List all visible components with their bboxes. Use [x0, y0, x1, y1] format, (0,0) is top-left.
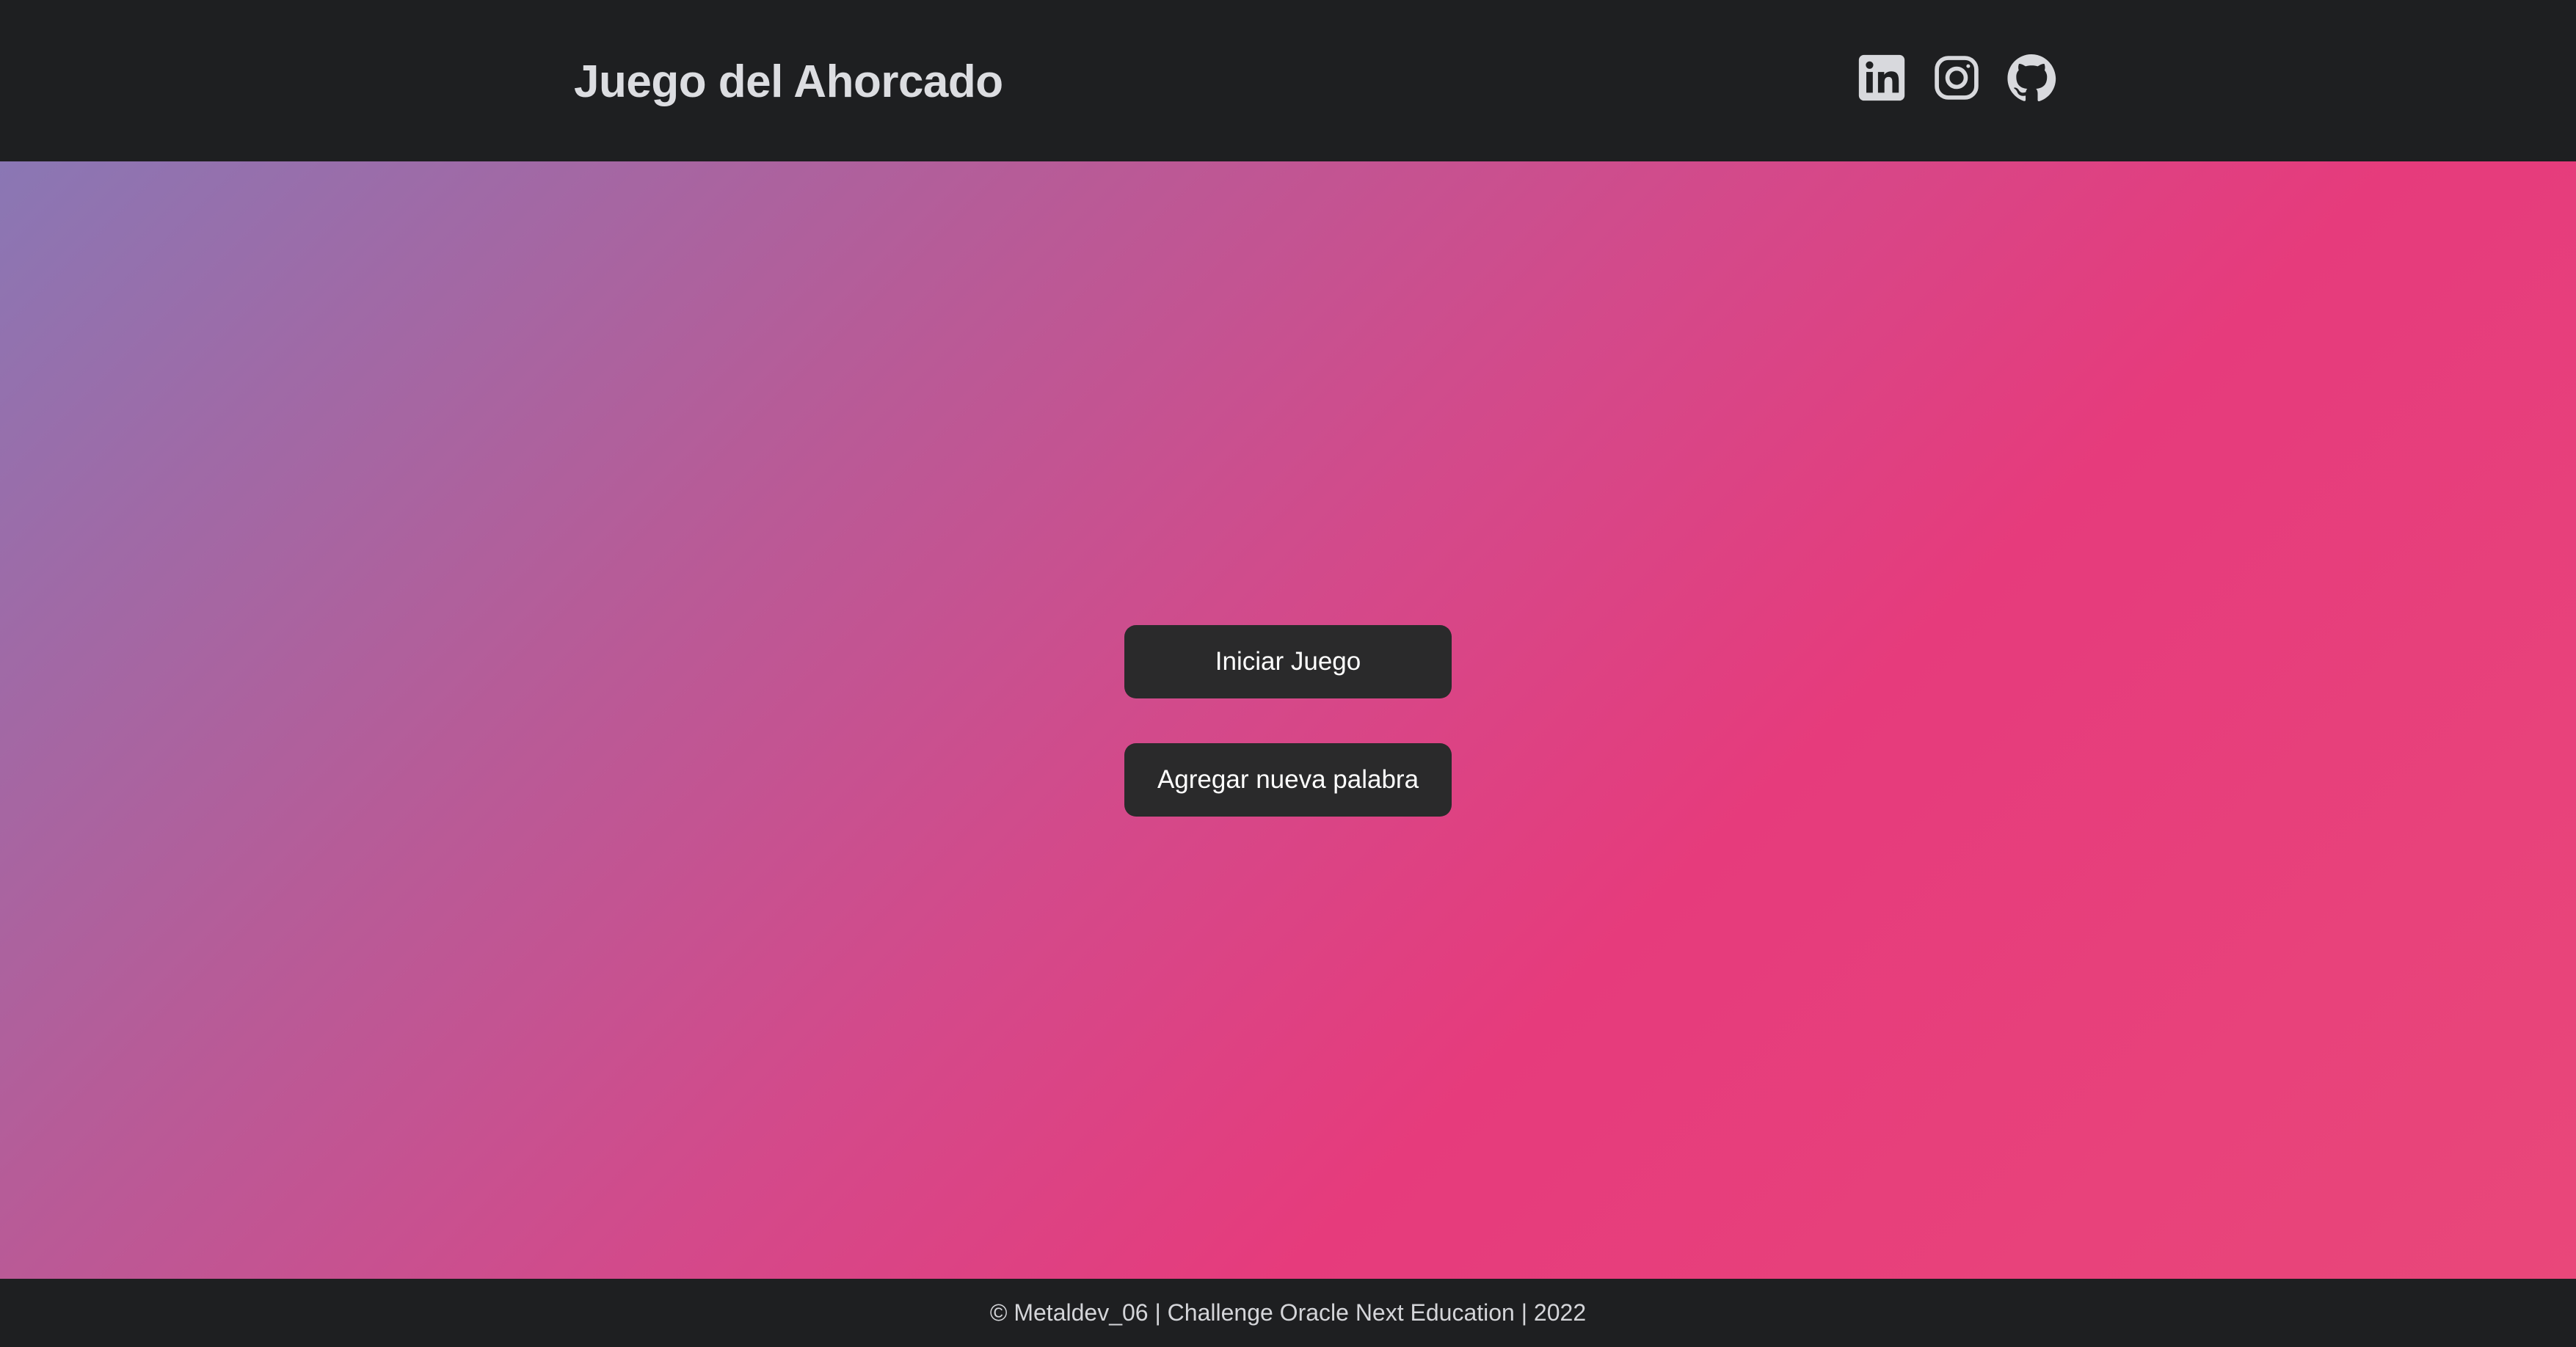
instagram-link[interactable]: [1932, 51, 1982, 104]
action-buttons: Iniciar Juego Agregar nueva palabra: [1124, 625, 1452, 817]
github-link[interactable]: [2006, 51, 2056, 104]
site-footer: © Metaldev_06 | Challenge Oracle Next Ed…: [0, 1279, 2576, 1347]
github-icon: [2007, 54, 2056, 102]
page: Juego del Ahorcado Iniciar Juego Agregar…: [0, 0, 2576, 1347]
instagram-icon: [1935, 56, 1979, 100]
main-area: Iniciar Juego Agregar nueva palabra: [0, 161, 2576, 1279]
linkedin-icon: [1858, 54, 1905, 101]
start-game-button[interactable]: Iniciar Juego: [1124, 625, 1452, 698]
add-word-button[interactable]: Agregar nueva palabra: [1124, 743, 1452, 817]
footer-text: © Metaldev_06 | Challenge Oracle Next Ed…: [989, 1299, 1587, 1326]
site-title: Juego del Ahorcado: [574, 56, 1003, 107]
site-header: Juego del Ahorcado: [0, 0, 2576, 161]
social-links: [1857, 51, 2056, 104]
linkedin-link[interactable]: [1857, 51, 1907, 104]
